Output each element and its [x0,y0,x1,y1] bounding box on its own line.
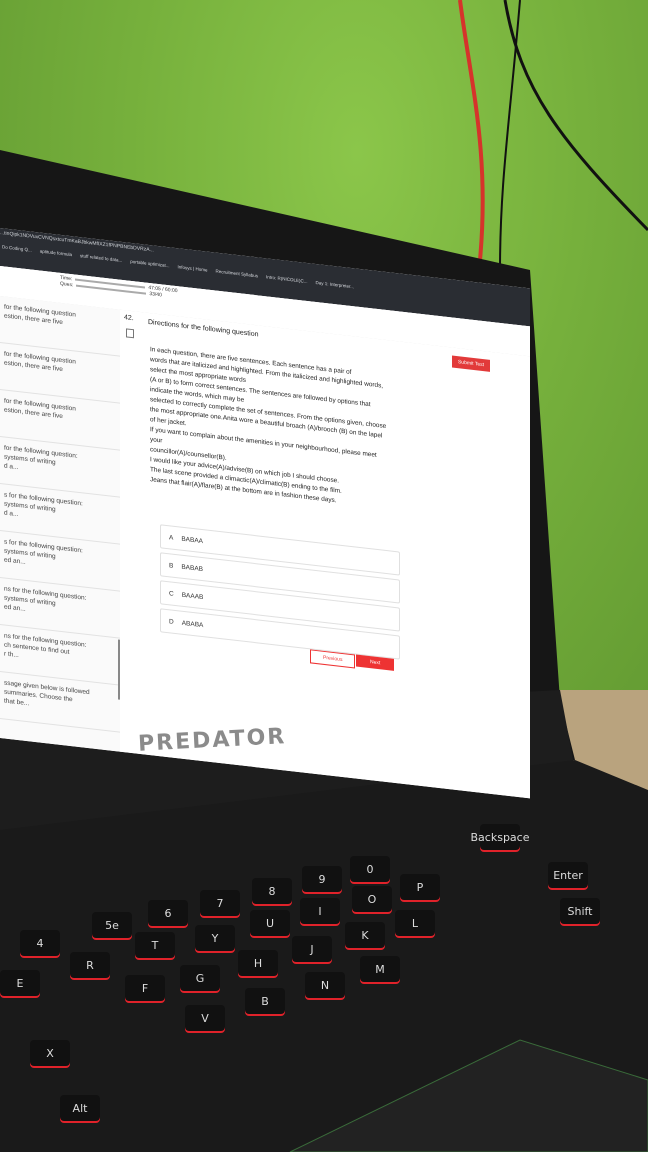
keyboard-key: T [135,932,175,958]
option-letter: C [169,589,174,598]
bookmark[interactable]: Day 1: Interpreter... [316,280,355,296]
keyboard-key: K [345,922,385,948]
question-label: Ques: [60,280,74,289]
option-text: ABABA [181,619,204,629]
keyboard-key: L [395,910,435,936]
keyboard-key: 5e [92,912,132,938]
keyboard-key: 4 [20,930,60,956]
keyboard-key: E [0,970,40,996]
keyboard-key: Backspace [471,824,530,850]
question-count: 33/40 [149,291,162,299]
bookmark[interactable]: Infosys | Home [178,264,208,279]
option-text: BABAA [181,535,204,545]
bookmark[interactable]: portable optimizat... [130,259,169,275]
answer-options: A BABAA B BABAB C BAAAB D ABABA [160,524,400,663]
keyboard-key: I [300,898,340,924]
keyboard-key: 8 [252,878,292,904]
test-page: Time:47:05 / 60:00 Ques:33/40 for the fo… [0,266,530,799]
bookmark[interactable]: Recruitment Syllabus [215,269,258,286]
keyboard-key: U [250,910,290,936]
keyboard-key: Shift [560,898,600,924]
keyboard-key: N [305,972,345,998]
keyboard-key: G [180,965,220,991]
bookmark[interactable]: Do Coding Q... [2,244,32,259]
keyboard-key: Y [195,925,235,951]
keyboard: 4 R E T 5e 6 7 8 9 0 Y U I O P G H J K L… [0,760,648,1152]
bookmark-icon[interactable] [126,328,134,339]
question-body: In each question, there are five sentenc… [150,345,410,515]
keyboard-key: B [245,988,285,1014]
keyboard-key: X [30,1040,70,1066]
laptop-screen: ...tinQipk1NDVuxCVNQsxtcuTmKaBJbkwMfIXZ1… [0,228,530,799]
keyboard-key: F [125,975,165,1001]
bookmark[interactable]: Intro: R(NICOLE)C... [266,274,308,291]
question-panel: 42. Directions for the following questio… [120,309,530,799]
option-text: BAAAB [181,591,204,601]
keyboard-key: Alt [60,1095,100,1121]
option-letter: A [169,533,174,542]
keyboard-key: M [360,956,400,982]
keyboard-key: 0 [350,856,390,882]
keyboard-key: 9 [302,866,342,892]
question-sidebar: for the following question estion, there… [0,296,121,752]
keyboard-key: J [292,936,332,962]
question-number: 42. [124,314,134,323]
keyboard-key: Enter [548,862,588,888]
keyboard-key: R [70,952,110,978]
keyboard-key: H [238,950,278,976]
keyboard-key: 6 [148,900,188,926]
keyboard-key: O [352,886,392,912]
keyboard-key: V [185,1005,225,1031]
keyboard-key: 7 [200,890,240,916]
option-text: BABAB [181,563,204,573]
bookmark[interactable]: stuff related to data... [80,253,122,270]
option-letter: D [169,617,174,626]
photo-scene: ...tinQipk1NDVuxCVNQsxtcuTmKaBJbkwMfIXZ1… [0,0,648,1152]
bookmark[interactable]: aptitude formula [40,249,72,265]
keyboard-key: P [400,874,440,900]
option-letter: B [169,561,174,570]
submit-test-button[interactable]: Submit Test [451,355,490,372]
